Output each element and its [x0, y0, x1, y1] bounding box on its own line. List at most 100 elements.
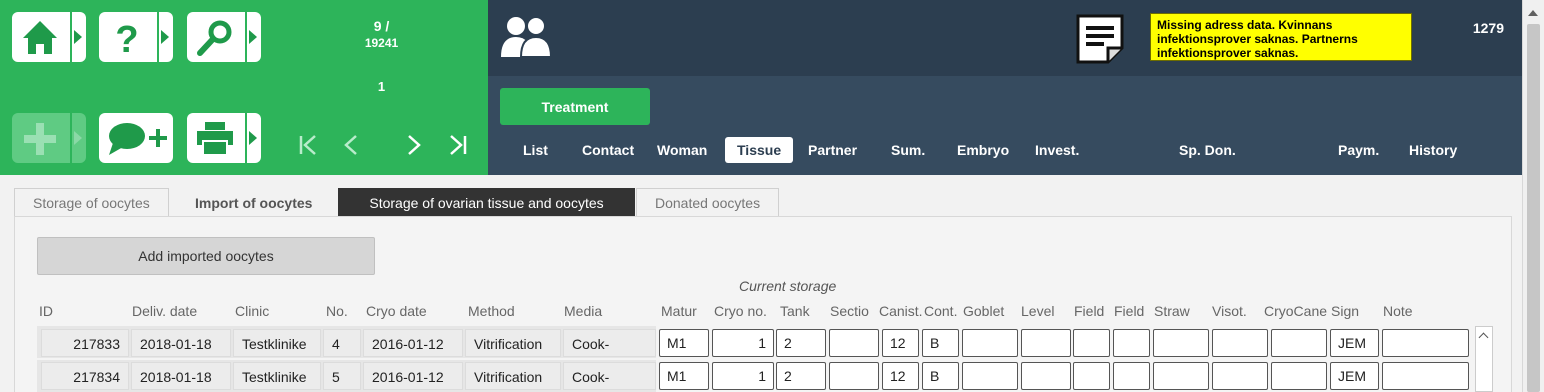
subtab-storage-of-ovarian-tissue[interactable]: Storage of ovarian tissue and oocytes — [338, 188, 635, 216]
sign-input[interactable]: JEM — [1330, 362, 1379, 390]
column-header-cryo-date: Cryo date — [366, 303, 427, 319]
svg-text:?: ? — [115, 19, 138, 58]
cell-id: 217833 — [41, 329, 129, 357]
tab-tissue[interactable]: Tissue — [725, 137, 794, 163]
cryocane-input[interactable] — [1271, 362, 1327, 390]
tab-invest[interactable]: Invest. — [1029, 137, 1085, 163]
toolbar-panel: ? — [0, 0, 275, 175]
tab-sum[interactable]: Sum. — [885, 137, 931, 163]
column-header-no: No. — [326, 303, 348, 319]
visot-input[interactable] — [1212, 362, 1268, 390]
matur-input[interactable]: M1 — [659, 362, 709, 390]
tab-woman[interactable]: Woman — [651, 137, 713, 163]
canister-input[interactable]: 12 — [882, 362, 919, 390]
window-scrollbar[interactable] — [1522, 0, 1544, 392]
search-button[interactable] — [187, 12, 261, 62]
column-header-tank: Tank — [780, 303, 810, 319]
add-comment-button[interactable] — [99, 113, 173, 163]
subtab-donated-oocytes[interactable]: Donated oocytes — [636, 188, 780, 216]
column-header-visot: Visot. — [1212, 303, 1247, 319]
add-comment-icon — [109, 123, 167, 155]
last-icon — [450, 135, 467, 155]
sign-input[interactable]: JEM — [1330, 329, 1379, 357]
scroll-up-icon[interactable] — [1528, 10, 1538, 16]
column-header-clinic: Clinic — [235, 303, 270, 319]
previous-record-button[interactable] — [337, 130, 367, 160]
canister-input[interactable]: 12 — [882, 329, 919, 357]
scrollbar-thumb[interactable] — [1527, 24, 1540, 392]
cryo-no-input[interactable]: 1 — [712, 362, 774, 390]
current-storage-label: Current storage — [739, 278, 837, 294]
note-input[interactable] — [1382, 362, 1469, 390]
tab-history[interactable]: History — [1403, 137, 1463, 163]
goblet-input[interactable] — [962, 329, 1018, 357]
subtab-storage-of-oocytes[interactable]: Storage of oocytes — [14, 188, 169, 216]
visot-input[interactable] — [1212, 329, 1268, 357]
column-header-field-2: Field — [1114, 303, 1145, 319]
add-icon — [24, 123, 56, 155]
straw-input[interactable] — [1153, 329, 1209, 357]
column-header-level: Level — [1021, 303, 1055, 319]
cell-clinic: Testklinike — [233, 329, 321, 357]
help-icon: ? — [115, 19, 138, 58]
sub-record-position: 1 — [377, 79, 386, 94]
tab-list[interactable]: List — [517, 137, 554, 163]
tab-paym[interactable]: Paym. — [1332, 137, 1385, 163]
note-input[interactable] — [1382, 329, 1469, 357]
cell-cryo-date: 2016-01-12 — [363, 362, 463, 390]
field-1-input[interactable] — [1073, 362, 1110, 390]
matur-input[interactable]: M1 — [659, 329, 709, 357]
last-record-button[interactable] — [441, 130, 471, 160]
column-header-method: Method — [468, 303, 515, 319]
cell-media: Cook- — [563, 362, 656, 390]
chevron-right-icon — [249, 30, 257, 44]
tab-contact[interactable]: Contact — [576, 137, 640, 163]
app-window: ? 9 / 19241 1 Missing adress data. Kvinn… — [0, 0, 1544, 392]
record-total: 19241 — [364, 36, 399, 50]
next-record-button[interactable] — [398, 130, 428, 160]
cryo-no-input[interactable]: 1 — [712, 329, 774, 357]
help-button[interactable]: ? — [99, 12, 173, 62]
column-header-matur: Matur — [661, 303, 697, 319]
sectio-input[interactable] — [829, 362, 879, 390]
chevron-right-icon — [161, 30, 169, 44]
level-input[interactable] — [1021, 329, 1071, 357]
add-button[interactable] — [12, 113, 86, 163]
home-icon — [23, 21, 57, 54]
field-2-input[interactable] — [1113, 362, 1150, 390]
tab-embryo[interactable]: Embryo — [951, 137, 1015, 163]
tank-input[interactable]: 2 — [776, 329, 826, 357]
main-tabs: List Contact Woman Tissue Partner Sum. E… — [488, 137, 1522, 163]
cryocane-input[interactable] — [1271, 329, 1327, 357]
level-input[interactable] — [1021, 362, 1071, 390]
container-input[interactable]: B — [922, 329, 959, 357]
warning-message: Missing adress data. Kvinnans infektions… — [1150, 13, 1412, 61]
tab-partner[interactable]: Partner — [802, 137, 863, 163]
goblet-input[interactable] — [962, 362, 1018, 390]
tank-input[interactable]: 2 — [776, 362, 826, 390]
cell-no: 4 — [323, 329, 361, 357]
sectio-input[interactable] — [829, 329, 879, 357]
subtab-import-of-oocytes[interactable]: Import of oocytes — [176, 188, 332, 216]
straw-input[interactable] — [1153, 362, 1209, 390]
add-imported-oocytes-button[interactable]: Add imported oocytes — [37, 237, 375, 275]
home-button[interactable] — [12, 12, 86, 62]
tab-sp-don[interactable]: Sp. Don. — [1173, 137, 1242, 163]
first-record-button[interactable] — [295, 130, 325, 160]
field-1-input[interactable] — [1073, 329, 1110, 357]
column-header-cryo-no: Cryo no. — [714, 303, 767, 319]
column-header-media: Media — [564, 303, 603, 319]
cell-method: Vitrification — [465, 329, 561, 357]
notes-icon[interactable] — [1074, 12, 1126, 64]
treatment-button[interactable]: Treatment — [500, 88, 650, 125]
cell-no: 5 — [323, 362, 361, 390]
chevron-up-icon[interactable] — [1478, 332, 1489, 343]
chevron-right-icon — [408, 135, 421, 155]
table-scrollbar[interactable] — [1475, 326, 1493, 392]
container-input[interactable]: B — [922, 362, 959, 390]
field-2-input[interactable] — [1113, 329, 1150, 357]
users-icon[interactable] — [500, 15, 552, 59]
chevron-left-icon — [344, 135, 357, 155]
print-button[interactable] — [187, 113, 261, 163]
cell-deliv-date: 2018-01-18 — [131, 362, 231, 390]
